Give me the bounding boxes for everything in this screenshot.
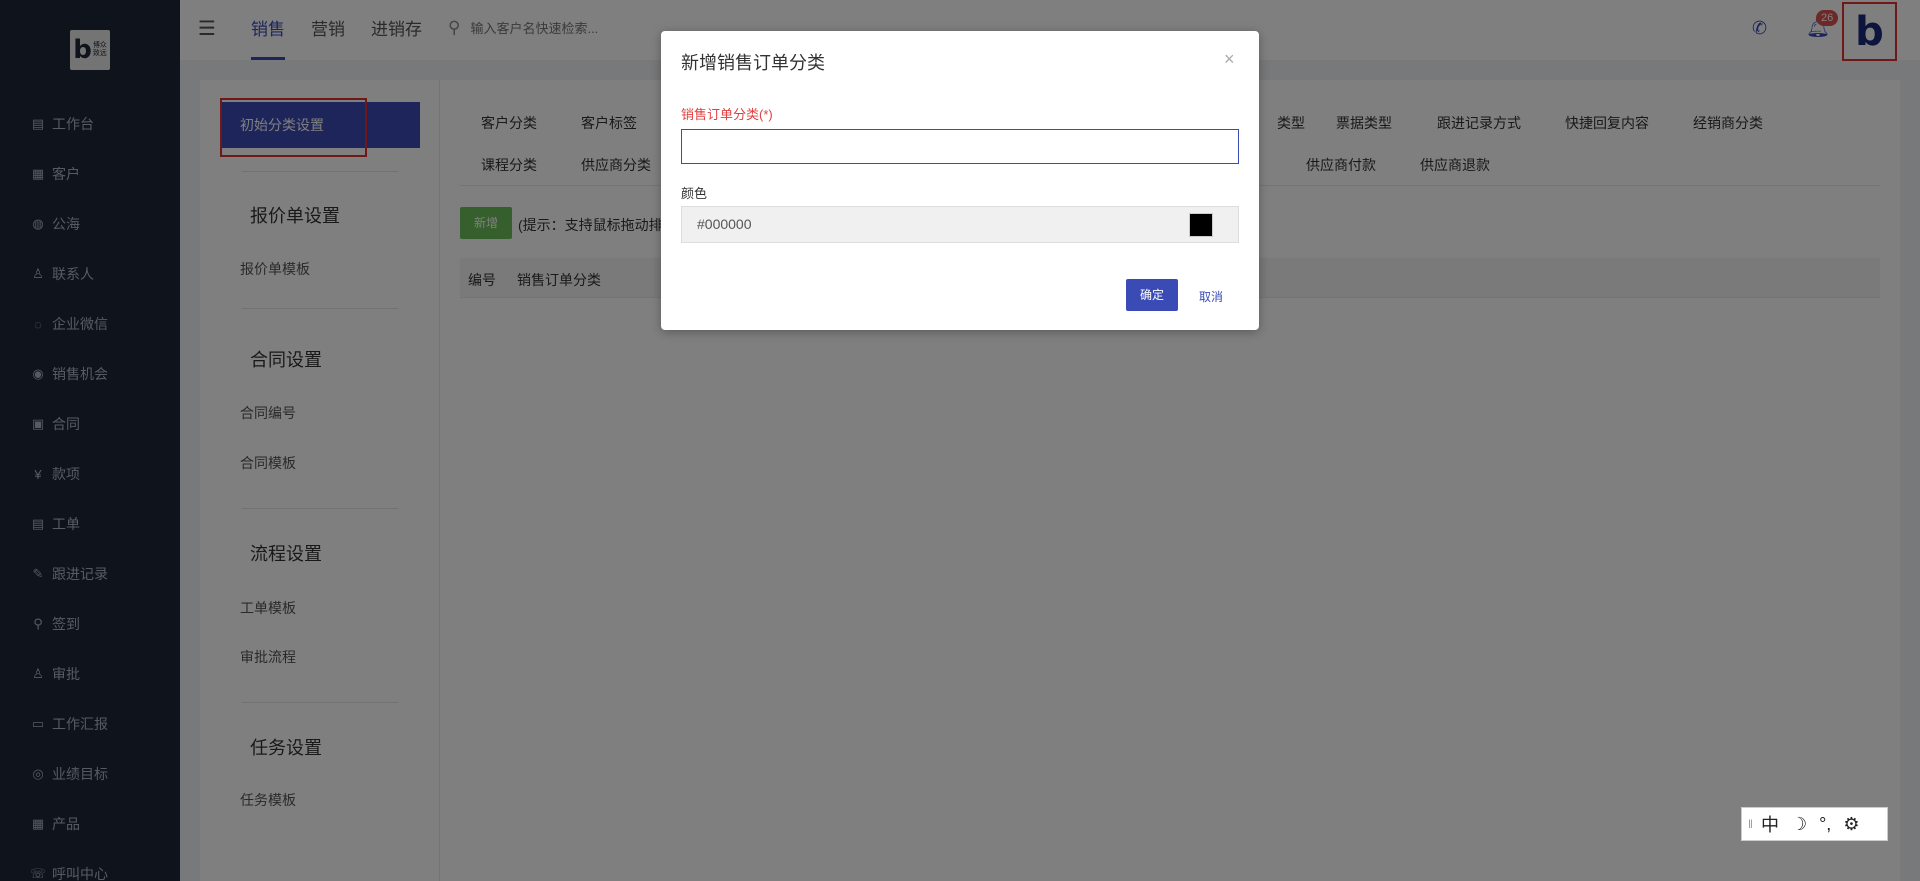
punctuation-mode[interactable]: °, [1819,814,1831,835]
cancel-button[interactable]: 取消 [1199,288,1223,305]
confirm-button[interactable]: 确定 [1126,279,1178,311]
ime-drag-handle[interactable]: ‖ [1748,817,1753,831]
color-swatch[interactable] [1189,213,1213,237]
moon-icon[interactable]: ☽ [1791,814,1807,835]
close-icon[interactable]: × [1224,49,1235,70]
ime-toolbar: ‖ 中 ☽ °, ⚙ [1741,807,1888,841]
color-field-label: 颜色 [681,186,708,201]
gear-icon[interactable]: ⚙ [1843,814,1859,835]
color-input[interactable]: #000000 [681,206,1239,243]
ime-chinese-mode[interactable]: 中 [1761,811,1779,837]
dialog-title: 新增销售订单分类 [681,53,825,73]
category-field-label: 销售订单分类(*) [681,107,773,122]
category-name-input[interactable] [681,129,1239,164]
new-category-dialog: 新增销售订单分类 × 销售订单分类(*) 颜色 #000000 确定 取消 [661,31,1259,330]
